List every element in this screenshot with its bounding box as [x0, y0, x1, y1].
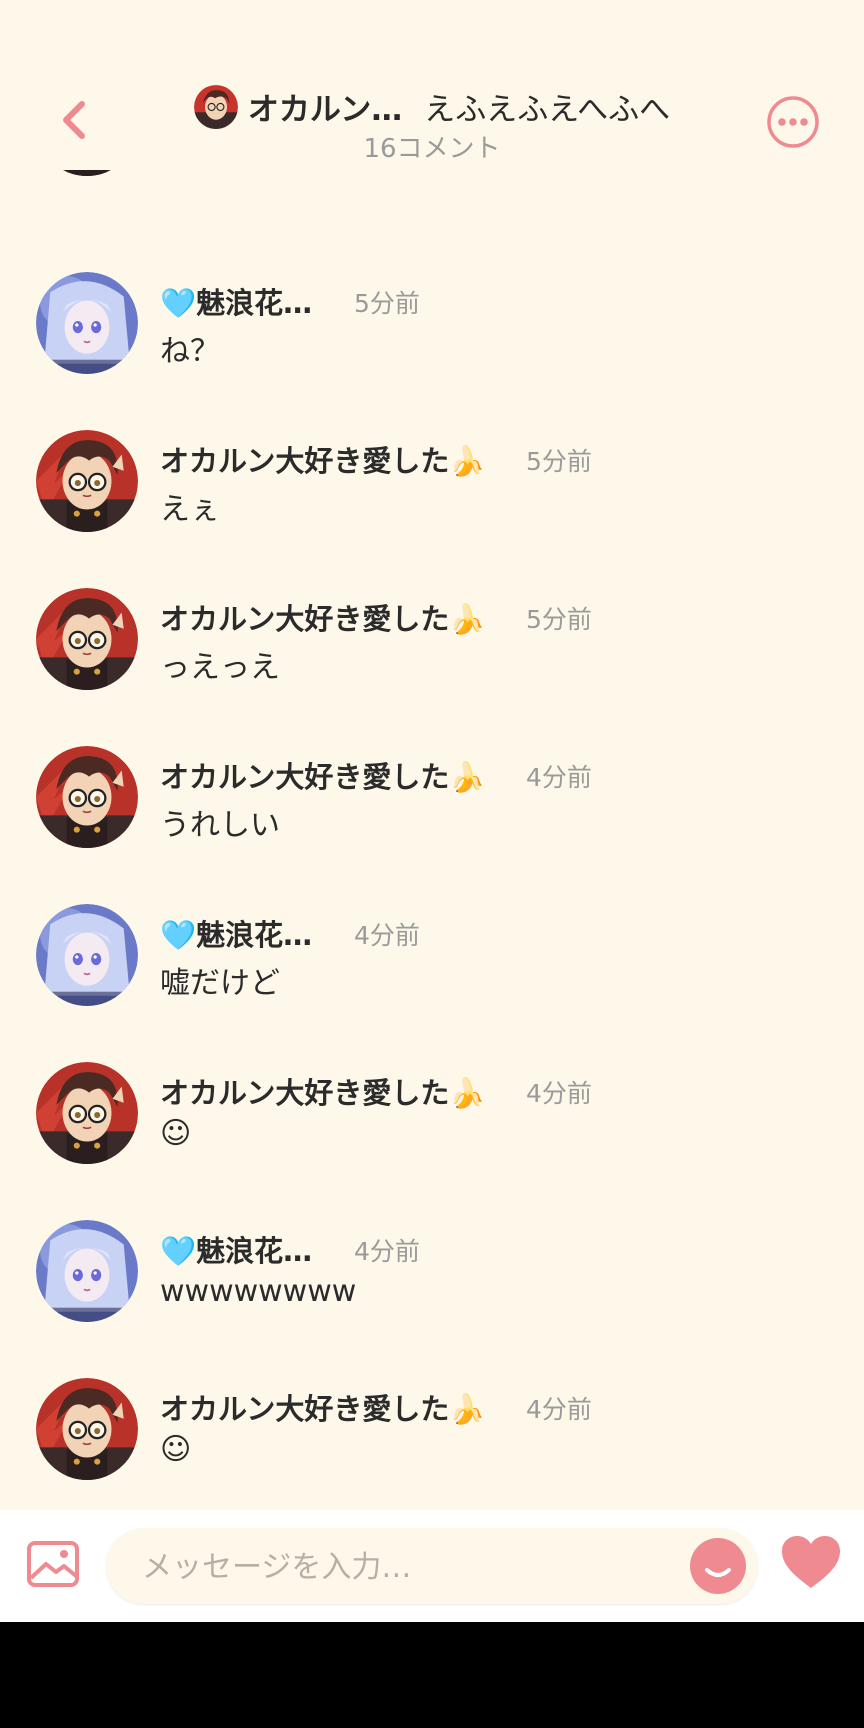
- list-item: オカルン大好き愛した🍌 4分前 うれしい: [0, 746, 864, 856]
- message-text: うれしい: [160, 808, 280, 843]
- list-item: オカルン大好き愛した🍌 5分前 えぇ: [0, 430, 864, 540]
- timestamp: 4分前: [526, 1079, 592, 1108]
- chat-header: オカルン… えふえふえへふへ 16コメント: [0, 0, 864, 170]
- username[interactable]: 🩵魅浪花…: [160, 912, 312, 954]
- timestamp: 4分前: [354, 1237, 420, 1266]
- username[interactable]: オカルン大好き愛した🍌: [160, 596, 486, 638]
- message-input-container: [106, 1528, 758, 1604]
- smile-icon: [705, 1568, 731, 1577]
- list-item: オカルン大好き愛した🍌 4分前 ☺: [0, 1062, 864, 1172]
- username[interactable]: オカルン大好き愛した🍌: [160, 438, 486, 480]
- username[interactable]: オカルン大好き愛した🍌: [160, 754, 486, 796]
- list-item: オカルン大好き愛した🍌 5分前 っえっえ: [0, 588, 864, 698]
- avatar[interactable]: [36, 1062, 138, 1164]
- message-text: っえっえ: [160, 650, 280, 685]
- system-navigation-bar: [0, 1622, 864, 1728]
- comment-feed[interactable]: え 🩵魅浪花… 5分前 ね？ オカルン大好き愛した🍌 5分前 えぇ オカルン大好…: [0, 160, 864, 1510]
- emoji-button[interactable]: [690, 1538, 746, 1594]
- timestamp: 4分前: [526, 1395, 592, 1424]
- comment-count: 16コメント: [363, 134, 501, 164]
- timestamp: 5分前: [526, 447, 592, 476]
- list-item: オカルン大好き愛した🍌 4分前 ☺: [0, 1378, 864, 1488]
- author-avatar: [193, 84, 238, 129]
- list-item: 🩵魅浪花… 5分前 ね？: [0, 272, 864, 382]
- message-text: wwwwwwww: [160, 1274, 357, 1309]
- message-text: ☺: [160, 1116, 192, 1151]
- thread-title: えふえふえへふへ: [424, 92, 671, 128]
- message-input[interactable]: [140, 1542, 664, 1592]
- heart-icon[interactable]: [780, 1534, 842, 1592]
- author-name: オカルン…: [247, 92, 403, 128]
- avatar[interactable]: [36, 904, 138, 1006]
- timestamp: 5分前: [354, 289, 420, 318]
- header-title-row[interactable]: オカルン… えふえふえへふへ: [0, 84, 864, 129]
- avatar[interactable]: [36, 588, 138, 690]
- message-text: ね？: [160, 334, 220, 369]
- avatar[interactable]: [36, 430, 138, 532]
- avatar[interactable]: [36, 746, 138, 848]
- username[interactable]: オカルン大好き愛した🍌: [160, 1386, 486, 1428]
- avatar[interactable]: [36, 272, 138, 374]
- composer-bar: [0, 1510, 864, 1622]
- timestamp: 5分前: [526, 605, 592, 634]
- more-options-icon[interactable]: [766, 95, 820, 149]
- avatar[interactable]: [36, 1378, 138, 1480]
- username[interactable]: オカルン大好き愛した🍌: [160, 1070, 486, 1112]
- message-text: 嘘だけど: [160, 966, 280, 1001]
- timestamp: 4分前: [354, 921, 420, 950]
- image-attach-icon[interactable]: [26, 1540, 80, 1588]
- message-text: えぇ: [160, 492, 220, 527]
- message-text: ☺: [160, 1432, 192, 1467]
- username[interactable]: 🩵魅浪花…: [160, 1228, 312, 1270]
- username[interactable]: 🩵魅浪花…: [160, 280, 312, 322]
- avatar[interactable]: [36, 1220, 138, 1322]
- timestamp: 4分前: [526, 763, 592, 792]
- list-item: 🩵魅浪花… 4分前 嘘だけど: [0, 904, 864, 1014]
- list-item: 🩵魅浪花… 4分前 wwwwwwww: [0, 1220, 864, 1330]
